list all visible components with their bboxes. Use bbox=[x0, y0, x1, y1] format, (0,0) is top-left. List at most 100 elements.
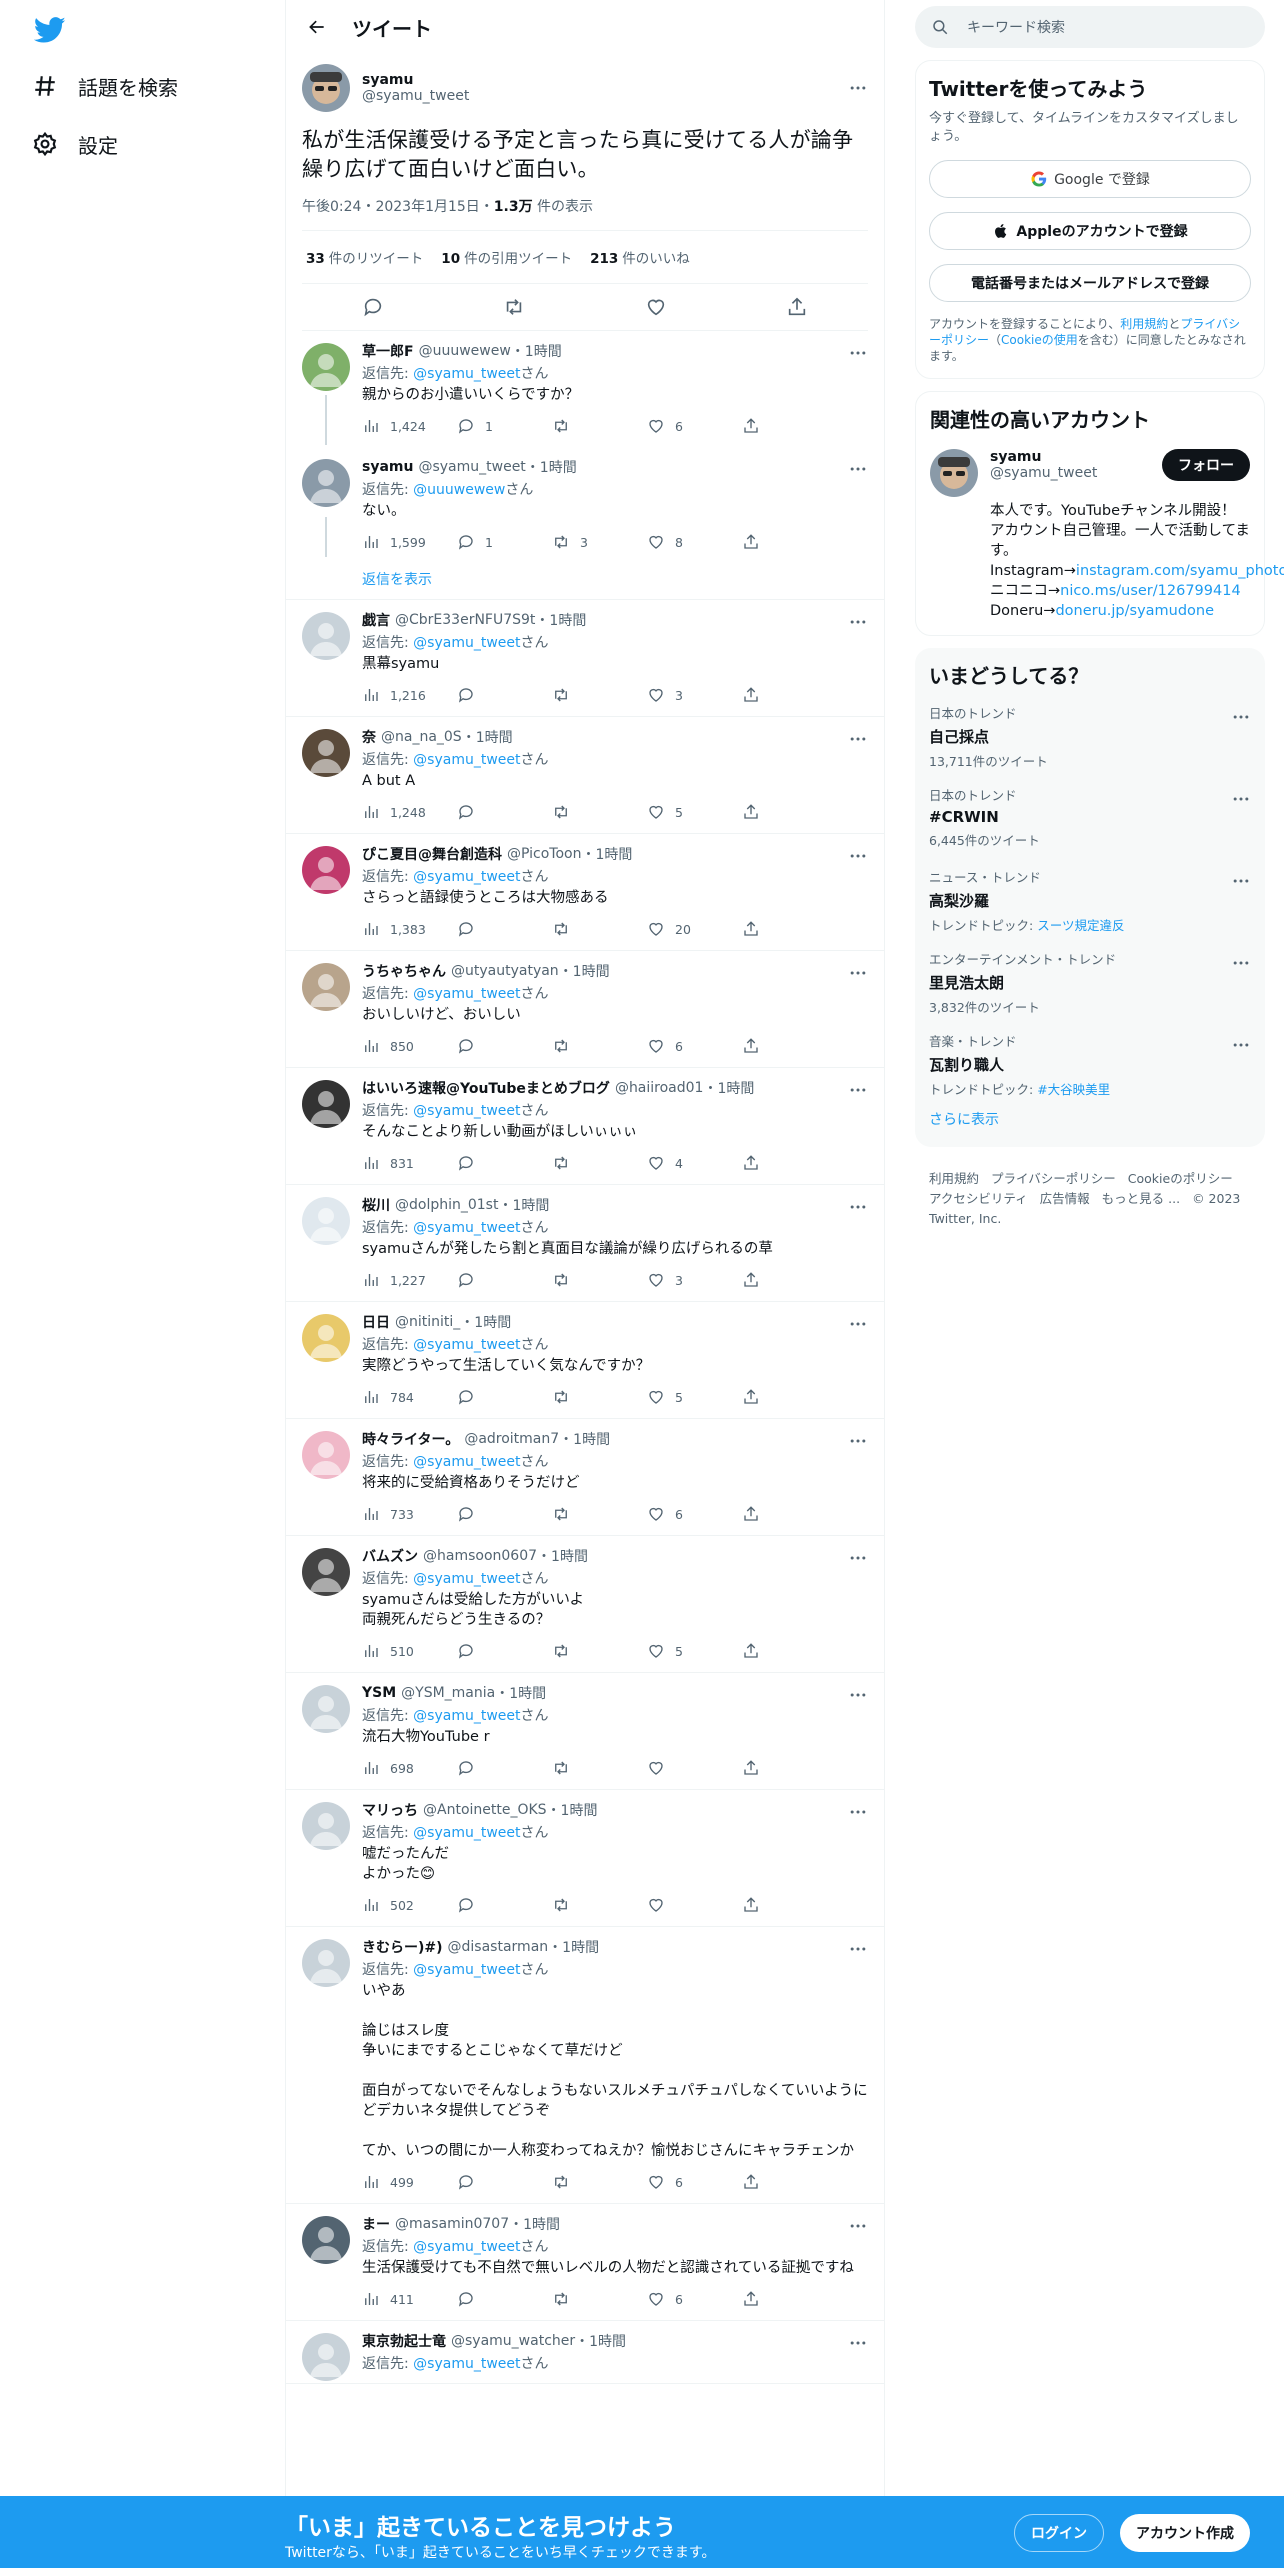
like-stat[interactable]: 213 件のいいね bbox=[590, 247, 690, 267]
back-arrow-icon[interactable] bbox=[300, 10, 334, 44]
apple-signup-button[interactable]: Appleのアカウントで登録 bbox=[929, 212, 1251, 250]
reply-author-name[interactable]: はいいろ速報@YouTubeまとめブログ bbox=[362, 1078, 610, 1098]
reply-action[interactable] bbox=[457, 1037, 552, 1055]
show-more-link[interactable]: さらに表示 bbox=[929, 1109, 1251, 1135]
views-action[interactable]: 1,216 bbox=[362, 686, 457, 704]
reply-author-handle[interactable]: @CbrE33erNFU7S9t bbox=[395, 612, 535, 628]
like-action[interactable]: 6 bbox=[647, 1505, 742, 1523]
avatar[interactable] bbox=[302, 2333, 350, 2381]
bio-link[interactable]: doneru.jp/syamudone bbox=[1055, 603, 1214, 619]
views-action[interactable]: 1,227 bbox=[362, 1271, 457, 1289]
reply-action[interactable] bbox=[457, 1896, 552, 1914]
retweet-action[interactable] bbox=[552, 920, 647, 938]
reply-author-name[interactable]: 草一郎F bbox=[362, 341, 414, 361]
like-action[interactable]: 5 bbox=[647, 1642, 742, 1660]
avatar[interactable] bbox=[302, 64, 350, 112]
more-icon[interactable] bbox=[848, 963, 868, 983]
views-action[interactable]: 1,599 bbox=[362, 533, 457, 551]
views-action[interactable]: 510 bbox=[362, 1642, 457, 1660]
retweet-action[interactable] bbox=[552, 1388, 647, 1406]
like-action[interactable]: 4 bbox=[647, 1154, 742, 1172]
share-action[interactable] bbox=[742, 417, 770, 435]
google-signup-button[interactable]: Google で登録 bbox=[929, 160, 1251, 198]
views-action[interactable]: 784 bbox=[362, 1388, 457, 1406]
more-icon[interactable] bbox=[1231, 953, 1251, 973]
share-icon[interactable] bbox=[786, 296, 808, 318]
reply-action[interactable] bbox=[457, 1759, 552, 1777]
footer-link[interactable]: 利用規約 bbox=[929, 1171, 979, 1186]
share-action[interactable] bbox=[742, 2290, 770, 2308]
retweet-action[interactable] bbox=[552, 1154, 647, 1172]
reply-author-name[interactable]: 桜川 bbox=[362, 1195, 390, 1215]
reply-author-name[interactable]: syamu bbox=[362, 459, 413, 475]
share-action[interactable] bbox=[742, 2173, 770, 2191]
like-action[interactable]: 20 bbox=[647, 920, 742, 938]
retweet-action[interactable] bbox=[552, 1759, 647, 1777]
footer-link[interactable]: Cookieのポリシー bbox=[1128, 1171, 1233, 1186]
author-name[interactable]: syamu bbox=[362, 72, 848, 88]
avatar[interactable] bbox=[302, 1314, 350, 1362]
reply-icon[interactable] bbox=[362, 296, 384, 318]
reply-author-name[interactable]: 東京勃起士竜 bbox=[362, 2331, 446, 2351]
replying-to-link[interactable]: @syamu_tweet bbox=[413, 986, 520, 1002]
share-action[interactable] bbox=[742, 533, 770, 551]
retweet-action[interactable] bbox=[552, 686, 647, 704]
retweet-action[interactable] bbox=[552, 2290, 647, 2308]
reply-author-handle[interactable]: @Antoinette_OKS bbox=[423, 1802, 547, 1818]
login-button[interactable]: ログイン bbox=[1014, 2514, 1104, 2552]
reply-time[interactable]: ・1時間 bbox=[509, 2214, 560, 2234]
footer-link[interactable]: もっと見る ... bbox=[1102, 1191, 1180, 1206]
reply-time[interactable]: ・1時間 bbox=[581, 844, 632, 864]
replying-to-link[interactable]: @syamu_tweet bbox=[413, 1337, 520, 1353]
like-action[interactable]: 8 bbox=[647, 533, 742, 551]
views-action[interactable]: 1,424 bbox=[362, 417, 457, 435]
views-action[interactable]: 502 bbox=[362, 1896, 457, 1914]
reply-action[interactable] bbox=[457, 920, 552, 938]
footer-link[interactable]: プライバシーポリシー bbox=[991, 1171, 1116, 1186]
reply-author-handle[interactable]: @utyautyatyan bbox=[451, 963, 559, 979]
views-action[interactable]: 850 bbox=[362, 1037, 457, 1055]
like-action[interactable]: 3 bbox=[647, 1271, 742, 1289]
tweet-time[interactable]: 午後0:24・2023年1月15日・ bbox=[302, 199, 494, 215]
reply-time[interactable]: ・1時間 bbox=[548, 1937, 599, 1957]
avatar[interactable] bbox=[302, 1939, 350, 1987]
retweet-stat[interactable]: 33 件のリツイート bbox=[306, 247, 423, 267]
search-box[interactable]: キーワード検索 bbox=[915, 6, 1265, 48]
create-account-button[interactable]: アカウント作成 bbox=[1120, 2514, 1250, 2552]
reply-author-name[interactable]: うちゃちゃん bbox=[362, 961, 446, 981]
retweet-action[interactable] bbox=[552, 1037, 647, 1055]
like-action[interactable]: 6 bbox=[647, 2290, 742, 2308]
reply-author-name[interactable]: バムズン bbox=[362, 1546, 418, 1566]
reply-time[interactable]: ・1時間 bbox=[547, 1800, 598, 1820]
more-icon[interactable] bbox=[1231, 789, 1251, 809]
reply-action[interactable] bbox=[457, 686, 552, 704]
avatar[interactable] bbox=[302, 1080, 350, 1128]
footer-link[interactable]: 広告情報 bbox=[1040, 1191, 1090, 1206]
avatar[interactable] bbox=[302, 1197, 350, 1245]
reply-author-handle[interactable]: @hamsoon0607 bbox=[423, 1548, 537, 1564]
more-icon[interactable] bbox=[848, 2333, 868, 2353]
replying-to-link[interactable]: @uuuwewew bbox=[413, 482, 505, 498]
reply-author-handle[interactable]: @syamu_tweet bbox=[418, 459, 525, 475]
share-action[interactable] bbox=[742, 1154, 770, 1172]
reply-time[interactable]: ・1時間 bbox=[559, 1429, 610, 1449]
reply-action[interactable]: 1 bbox=[457, 533, 552, 551]
avatar[interactable] bbox=[302, 1431, 350, 1479]
retweet-action[interactable] bbox=[552, 1642, 647, 1660]
reply-action[interactable]: 1 bbox=[457, 417, 552, 435]
avatar[interactable] bbox=[302, 963, 350, 1011]
reply-author-handle[interactable]: @masamin0707 bbox=[395, 2216, 509, 2232]
replying-to-link[interactable]: @syamu_tweet bbox=[413, 1103, 520, 1119]
like-icon[interactable] bbox=[645, 296, 667, 318]
nav-settings[interactable]: 設定 bbox=[32, 124, 118, 164]
bio-link[interactable]: instagram.com/syamu_photo bbox=[1076, 563, 1284, 579]
quote-stat[interactable]: 10 件の引用ツイート bbox=[441, 247, 572, 267]
related-name[interactable]: syamu bbox=[990, 449, 1162, 465]
trend-item[interactable]: 日本のトレンド 自己採点 13,711件のツイート bbox=[929, 699, 1251, 781]
replying-to-link[interactable]: @syamu_tweet bbox=[413, 1825, 520, 1841]
retweet-action[interactable] bbox=[552, 803, 647, 821]
reply-time[interactable]: ・1時間 bbox=[575, 2331, 626, 2351]
reply-time[interactable]: ・1時間 bbox=[460, 1312, 511, 1332]
like-action[interactable]: 5 bbox=[647, 803, 742, 821]
more-icon[interactable] bbox=[848, 1431, 868, 1451]
